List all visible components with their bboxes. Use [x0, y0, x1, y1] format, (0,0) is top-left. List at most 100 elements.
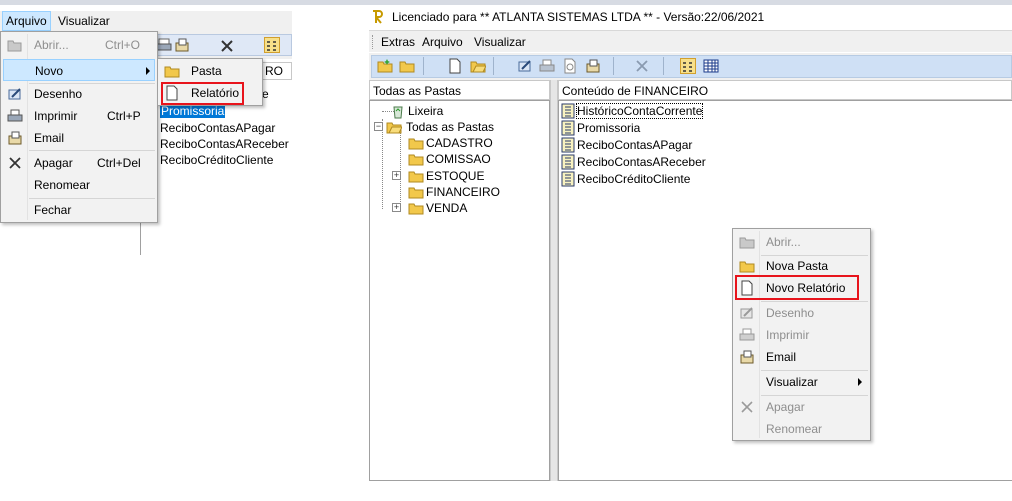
pane-splitter[interactable]	[550, 80, 558, 481]
new-document-icon[interactable]	[447, 58, 463, 74]
email-icon[interactable]	[585, 58, 601, 74]
menu-label: Email	[34, 131, 65, 145]
folder-icon	[408, 151, 424, 167]
menu-arquivo[interactable]: Arquivo	[2, 11, 51, 31]
menu-item-renomear[interactable]: Renomear	[3, 174, 155, 196]
window-title: Licenciado para ** ATLANTA SISTEMAS LTDA…	[392, 10, 765, 24]
open-folder-icon	[739, 234, 755, 250]
right-menubar: Extras Arquivo Visualizar	[369, 30, 1012, 52]
menu-item-apagar[interactable]: Apagar Ctrl+Del	[3, 152, 155, 174]
highlight-relatorio	[161, 82, 244, 105]
folder-icon	[408, 200, 424, 216]
email-icon[interactable]	[174, 37, 190, 53]
menu-label: Apagar	[766, 400, 805, 414]
report-icon	[560, 137, 576, 153]
menu-item-fechar[interactable]: Fechar	[3, 199, 155, 221]
context-item-desenho[interactable]: Desenho	[735, 302, 868, 324]
menu-label: Renomear	[34, 178, 91, 192]
tree-label: VENDA	[426, 201, 468, 215]
print-icon[interactable]	[539, 58, 555, 74]
new-folder-icon	[739, 258, 755, 274]
menubar-grip	[372, 35, 374, 49]
report-label: ReciboContasAPagar	[577, 138, 693, 152]
tree-label: CADASTRO	[426, 136, 493, 150]
arquivo-menu: Abrir... Ctrl+O Novo Desenho Imprimir Ct…	[0, 31, 158, 223]
context-item-email[interactable]: Email	[735, 346, 868, 368]
context-item-renomear[interactable]: Renomear	[735, 418, 868, 440]
report-label: ReciboContasAReceber	[577, 155, 706, 169]
menu-label: Apagar	[34, 156, 73, 170]
folder-tree-pane: Lixeira − Todas as Pastas CADASTRO COMIS…	[369, 100, 550, 481]
expand-icon[interactable]: +	[392, 203, 401, 212]
delete-icon	[7, 155, 23, 171]
menu-visualizar[interactable]: Visualizar	[474, 35, 526, 49]
menu-item-novo[interactable]: Novo	[3, 59, 155, 81]
menu-label: Novo	[35, 64, 64, 78]
report-label: Promissoria	[577, 121, 641, 135]
context-item-nova-pasta[interactable]: Nova Pasta	[735, 255, 868, 277]
delete-icon	[739, 399, 755, 415]
left-list-item-receber[interactable]: ReciboContasAReceber	[160, 137, 289, 153]
submenu-arrow-icon	[858, 378, 862, 386]
collapse-icon[interactable]: −	[374, 122, 383, 131]
report-icon	[560, 103, 576, 119]
report-icon	[560, 120, 576, 136]
context-item-abrir[interactable]: Abrir...	[735, 231, 868, 253]
design-icon[interactable]	[517, 58, 533, 74]
print-icon[interactable]	[156, 37, 172, 53]
left-menubar: Arquivo Visualizar	[0, 11, 292, 31]
left-list-item-promissoria[interactable]: Promissoria	[160, 104, 226, 120]
view-details-icon[interactable]	[703, 58, 719, 74]
folder-icon	[164, 63, 180, 79]
left-list-fragment: e	[262, 87, 269, 101]
toolbar-separator	[493, 57, 494, 75]
tree-label: FINANCEIRO	[426, 185, 501, 199]
folders-header: Todas as Pastas	[369, 80, 550, 100]
menu-label: Imprimir	[766, 328, 810, 342]
email-icon	[739, 349, 755, 365]
submenu-item-pasta[interactable]: Pasta	[160, 60, 260, 82]
menu-label: Fechar	[34, 203, 72, 217]
view-list-icon[interactable]	[264, 37, 280, 53]
menu-label: Visualizar	[766, 375, 818, 389]
menu-arquivo[interactable]: Arquivo	[422, 35, 463, 49]
left-list-item-credito[interactable]: ReciboCréditoCliente	[160, 153, 273, 169]
toolbar-separator	[423, 57, 424, 75]
submenu-arrow-icon	[146, 67, 150, 75]
context-item-visualizar[interactable]: Visualizar	[735, 371, 868, 393]
print-icon	[7, 108, 23, 124]
menu-label: Desenho	[766, 306, 815, 320]
recycle-bin-icon	[390, 103, 406, 119]
view-list-icon[interactable]	[680, 58, 696, 74]
folder-open-icon	[386, 119, 402, 135]
tree-label: COMISSAO	[426, 152, 491, 166]
design-icon	[739, 305, 755, 321]
context-item-imprimir[interactable]: Imprimir	[735, 324, 868, 346]
folder-up-icon[interactable]	[399, 58, 415, 74]
content-header: Conteúdo de FINANCEIRO	[558, 80, 1012, 100]
open-folder-icon	[7, 37, 23, 53]
context-item-apagar[interactable]: Apagar	[735, 396, 868, 418]
left-list-item-pagar[interactable]: ReciboContasAPagar	[160, 121, 275, 137]
open-folder-icon[interactable]	[470, 58, 486, 74]
menu-item-email[interactable]: Email	[3, 127, 155, 149]
design-icon	[7, 86, 23, 102]
list-item-label: ReciboCréditoCliente	[160, 153, 274, 167]
delete-icon[interactable]	[634, 58, 650, 74]
toolbar-separator	[613, 57, 614, 75]
menu-item-desenho[interactable]: Desenho	[3, 83, 155, 105]
right-toolbar	[369, 53, 1012, 80]
print-preview-icon[interactable]	[562, 58, 578, 74]
highlight-novo-relatorio	[735, 275, 859, 300]
menu-label: Imprimir	[34, 109, 78, 123]
menu-extras[interactable]: Extras	[381, 35, 415, 49]
menu-item-imprimir[interactable]: Imprimir Ctrl+P	[3, 105, 155, 127]
expand-icon[interactable]: +	[392, 171, 401, 180]
email-icon	[7, 130, 23, 146]
tree-line	[382, 119, 383, 209]
context-menu: Abrir... Nova Pasta Novo Relatório Desen…	[732, 228, 871, 441]
menu-item-abrir[interactable]: Abrir... Ctrl+O	[3, 34, 155, 56]
menu-visualizar[interactable]: Visualizar	[58, 14, 110, 28]
delete-icon[interactable]	[219, 38, 235, 54]
new-folder-icon[interactable]	[377, 58, 393, 74]
